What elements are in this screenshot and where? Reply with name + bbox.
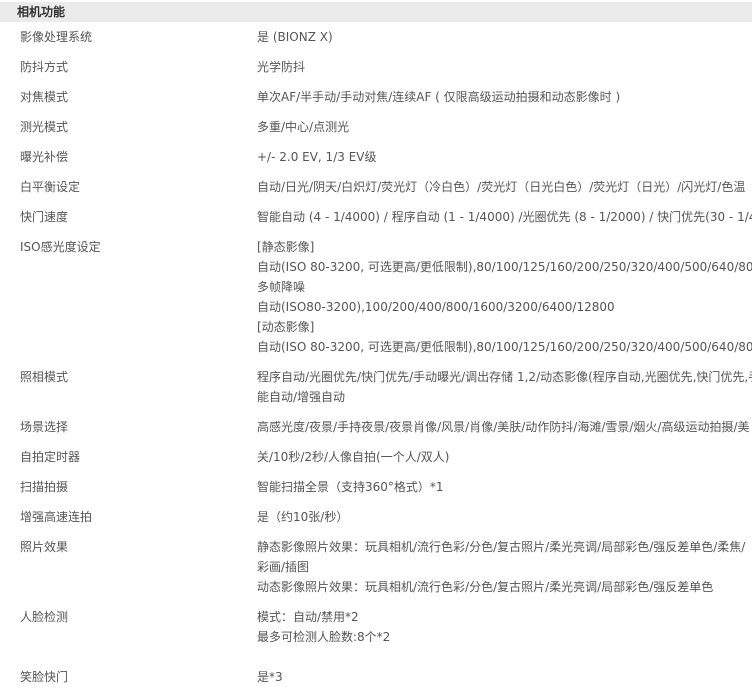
spec-values: 光学防抖	[257, 57, 752, 77]
spec-value-line: 智能扫描全景（支持360°格式）*1	[257, 480, 444, 494]
spec-label: 增强高速连拍	[20, 510, 93, 524]
spec-values: 是 (BIONZ X)	[257, 27, 752, 47]
spec-values: 静态影像照片效果：玩具相机/流行色彩/分色/复古照片/柔光亮调/局部彩色/强反差…	[257, 537, 752, 597]
spec-values: 关/10秒/2秒/人像自拍(一个人/双人)	[257, 447, 752, 467]
spec-label: 曝光补偿	[20, 150, 69, 164]
spec-label: 影像处理系统	[20, 30, 93, 44]
spec-value-line: 单次AF/半手动/手动对焦/连续AF ( 仅限高级运动拍摄和动态影像时 )	[257, 90, 621, 104]
spec-values: [静态影像] 自动(ISO 80-3200, 可选更高/更低限制),80/100/…	[257, 237, 752, 357]
spec-value-line: 光学防抖	[257, 60, 306, 74]
spec-values: 智能扫描全景（支持360°格式）*1	[257, 477, 752, 497]
spec-value-line: 程序自动/光圈优先/快门优先/手动曝光/调出存储 1,2/动态影像(程序自动,光…	[257, 370, 752, 384]
spec-label: 扫描拍摄	[20, 480, 69, 494]
spec-label: 场景选择	[20, 420, 69, 434]
spec-value-line: +/- 2.0 EV, 1/3 EV级	[257, 150, 377, 164]
spec-value-line: 高感光度/夜景/手持夜景/夜景肖像/风景/肖像/美肤/动作防抖/海滩/雪景/烟火…	[257, 420, 750, 434]
spec-values: 多重/中心/点测光	[257, 117, 752, 137]
spec-value-line: 多重/中心/点测光	[257, 120, 350, 134]
spec-value-line: 关/10秒/2秒/人像自拍(一个人/双人)	[257, 450, 450, 464]
spec-label: 白平衡设定	[20, 180, 81, 194]
spec-value-line: 多帧降噪	[257, 280, 306, 294]
spec-label: 照相模式	[20, 370, 69, 384]
spec-label: 对焦模式	[20, 90, 69, 104]
spec-value-line: 最多可检测人脸数:8个*2	[257, 630, 391, 644]
spec-value-line: [静态影像]	[257, 240, 315, 254]
spec-values: 自动/日光/阴天/白炽灯/荧光灯（冷白色）/荧光灯（日光白色）/荧光灯（日光）/…	[257, 177, 752, 197]
spec-values: 是（约10张/秒）	[257, 507, 752, 527]
spec-values: 是*3	[257, 667, 752, 687]
spec-label: 照片效果	[20, 540, 69, 554]
spec-value-line: 自动(ISO 80-3200, 可选更高/更低限制),80/100/125/16…	[257, 260, 752, 274]
spec-label: 测光模式	[20, 120, 69, 134]
spec-value-line: 彩画/插图	[257, 560, 310, 574]
spec-value-line: 静态影像照片效果：玩具相机/流行色彩/分色/复古照片/柔光亮调/局部彩色/强反差…	[257, 540, 746, 554]
spec-value-line: 模式：自动/禁用*2	[257, 610, 359, 624]
spec-value-line: 是（约10张/秒）	[257, 510, 349, 524]
spec-label: 快门速度	[20, 210, 69, 224]
spec-value-line: 自动/日光/阴天/白炽灯/荧光灯（冷白色）/荧光灯（日光白色）/荧光灯（日光）/…	[257, 180, 752, 194]
spec-value-line: 动态影像照片效果：玩具相机/流行色彩/分色/复古照片/柔光亮调/局部彩色/强反差…	[257, 580, 714, 594]
spec-values: 高感光度/夜景/手持夜景/夜景肖像/风景/肖像/美肤/动作防抖/海滩/雪景/烟火…	[257, 417, 752, 437]
spec-label: 自拍定时器	[20, 450, 81, 464]
spec-values: +/- 2.0 EV, 1/3 EV级	[257, 147, 752, 167]
spec-value-line: 是 (BIONZ X)	[257, 30, 333, 44]
spec-value-line: 自动(ISO 80-3200, 可选更高/更低限制),80/100/125/16…	[257, 340, 752, 354]
section-title: 相机功能	[17, 5, 66, 19]
spec-value-line: 自动(ISO80-3200),100/200/400/800/1600/3200…	[257, 300, 615, 314]
spec-label: 人脸检测	[20, 610, 69, 624]
spec-value-line: 是*3	[257, 670, 283, 684]
spec-label: 防抖方式	[20, 60, 69, 74]
spec-values: 智能自动 (4 - 1/4000) / 程序自动 (1 - 1/4000) /光…	[257, 207, 752, 227]
section-header: 相机功能	[0, 2, 752, 22]
spec-value-line: 智能自动 (4 - 1/4000) / 程序自动 (1 - 1/4000) /光…	[257, 210, 752, 224]
spec-label: ISO感光度设定	[20, 240, 101, 254]
spec-page: 相机功能 影像处理系统 是 (BIONZ X) 防抖方式 光学防抖对焦模式 单次AF/半…	[0, 0, 752, 690]
spec-label: 笑脸快门	[20, 670, 69, 684]
spec-values: 模式：自动/禁用*2 最多可检测人脸数:8个*2	[257, 607, 752, 647]
spec-value-line: 能自动/增强自动	[257, 390, 346, 404]
spec-values: 单次AF/半手动/手动对焦/连续AF ( 仅限高级运动拍摄和动态影像时 )	[257, 87, 752, 107]
spec-values: 程序自动/光圈优先/快门优先/手动曝光/调出存储 1,2/动态影像(程序自动,光…	[257, 367, 752, 407]
spec-value-line: [动态影像]	[257, 320, 315, 334]
